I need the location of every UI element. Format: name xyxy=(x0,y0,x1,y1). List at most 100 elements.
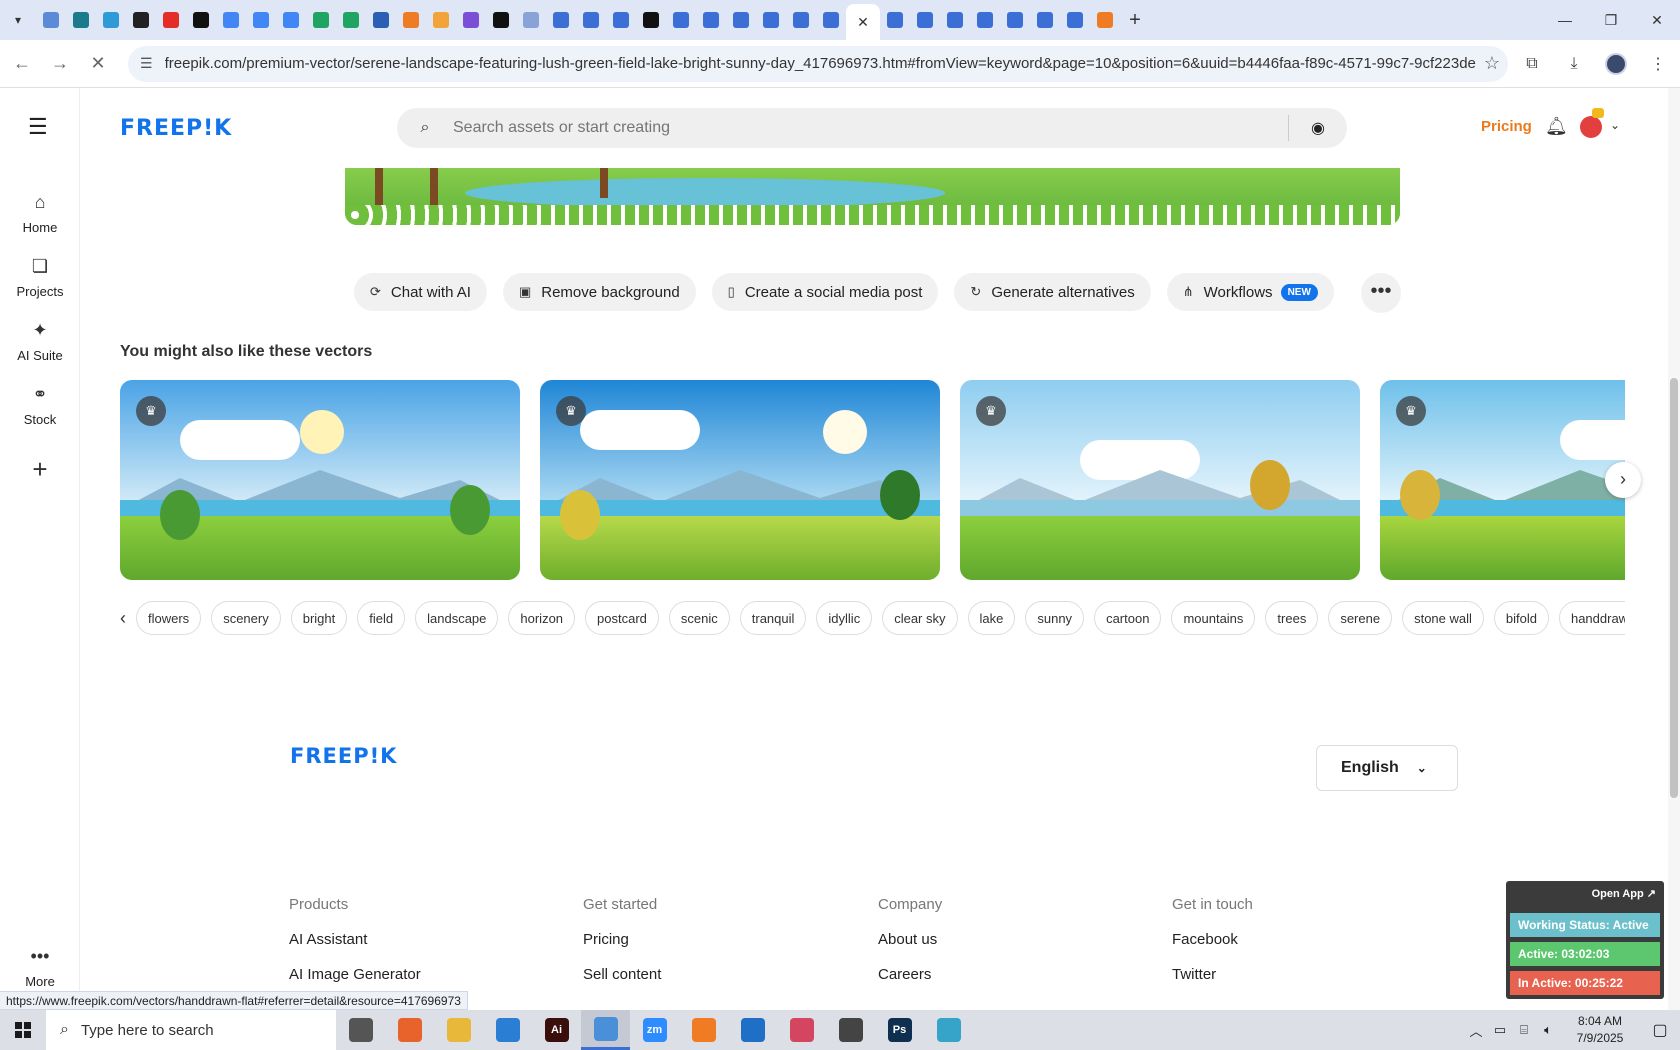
tray-chevron-icon[interactable]: ︿ xyxy=(1464,1021,1488,1040)
action-generate-alternatives-button[interactable]: ↻ Generate alternatives xyxy=(954,273,1151,311)
browser-tab[interactable] xyxy=(606,0,636,40)
related-card[interactable]: ♛ xyxy=(1380,380,1625,580)
browser-tab[interactable] xyxy=(396,0,426,40)
action-create-a-social-media-post-button[interactable]: ▯ Create a social media post xyxy=(711,273,939,311)
tag-chip[interactable]: bright xyxy=(290,601,348,635)
related-card[interactable]: ♛ xyxy=(960,380,1360,580)
carousel-next-button[interactable]: › xyxy=(1605,462,1641,498)
more-actions-button[interactable]: ••• xyxy=(1361,273,1401,313)
action-chat-with-ai-button[interactable]: ⟳ Chat with AI xyxy=(354,273,487,311)
open-app-link[interactable]: Open App ↗ xyxy=(1592,887,1656,900)
related-card[interactable]: ♛ xyxy=(540,380,940,580)
chevron-down-icon[interactable]: ⌄ xyxy=(1610,118,1620,132)
language-selector[interactable]: English ⌄ xyxy=(1316,745,1458,791)
network-icon[interactable]: ⌸ xyxy=(1512,1022,1536,1038)
browser-tab[interactable] xyxy=(516,0,546,40)
taskbar-app[interactable] xyxy=(924,1010,973,1050)
browser-tab[interactable] xyxy=(726,0,756,40)
footer-logo[interactable]: FREEP!K xyxy=(290,744,397,768)
browser-tab[interactable] xyxy=(1090,0,1120,40)
download-icon[interactable]: ⤓ xyxy=(1556,48,1592,80)
browser-tab[interactable] xyxy=(36,0,66,40)
freepik-logo[interactable]: FREEP!K xyxy=(120,116,232,141)
taskbar-app[interactable]: zm xyxy=(630,1010,679,1050)
taskbar-app[interactable] xyxy=(826,1010,875,1050)
browser-tab[interactable] xyxy=(216,0,246,40)
tag-chip[interactable]: stone wall xyxy=(1402,601,1484,635)
add-icon[interactable]: + xyxy=(26,456,54,484)
footer-link[interactable]: Pricing xyxy=(583,931,661,948)
new-tab-button[interactable]: + xyxy=(1120,9,1150,32)
browser-tab[interactable] xyxy=(426,0,456,40)
footer-link[interactable]: Facebook xyxy=(1172,931,1253,948)
browser-tab[interactable] xyxy=(696,0,726,40)
browser-tab[interactable] xyxy=(186,0,216,40)
tag-chip[interactable]: trees xyxy=(1265,601,1319,635)
notifications-bell-icon[interactable]: 🔔︎ xyxy=(1545,116,1568,137)
tag-chip[interactable]: bifold xyxy=(1493,601,1549,635)
taskbar-app[interactable] xyxy=(679,1010,728,1050)
tag-chip[interactable]: serene xyxy=(1328,601,1393,635)
tag-chip[interactable]: cartoon xyxy=(1094,601,1162,635)
site-info-icon[interactable]: ☰ xyxy=(140,55,153,72)
browser-tab[interactable] xyxy=(66,0,96,40)
tab-search-button[interactable]: ▾ xyxy=(0,0,36,40)
tag-chip[interactable]: lake xyxy=(967,601,1016,635)
minimize-button[interactable]: — xyxy=(1542,0,1588,40)
sidebar-item-projects[interactable]: ❏ Projects xyxy=(0,256,80,299)
search-input[interactable] xyxy=(453,119,1288,137)
taskbar-search[interactable]: ⌕ Type here to search xyxy=(46,1010,336,1050)
tag-chip[interactable]: postcard xyxy=(585,601,659,635)
tag-chip[interactable]: horizon xyxy=(508,601,576,635)
taskbar-app[interactable]: Ai xyxy=(532,1010,581,1050)
footer-link[interactable]: Sell content xyxy=(583,966,661,983)
forward-button[interactable]: → xyxy=(44,48,76,80)
user-avatar[interactable] xyxy=(1580,116,1602,138)
address-bar[interactable]: ☰ freepik.com/premium-vector/serene-land… xyxy=(128,45,1508,82)
display-icon[interactable]: ▭ xyxy=(1488,1022,1512,1038)
browser-tab[interactable] xyxy=(96,0,126,40)
tags-prev-button[interactable]: ‹ xyxy=(120,608,126,629)
browser-menu-icon[interactable]: ⋮ xyxy=(1640,48,1676,80)
browser-tab[interactable] xyxy=(246,0,276,40)
clock[interactable]: 8:04 AM 7/9/2025 xyxy=(1560,1013,1640,1047)
close-tab-icon[interactable]: ✕ xyxy=(857,14,869,31)
sidebar-item-home[interactable]: ⌂ Home xyxy=(0,192,80,235)
footer-link[interactable]: Twitter xyxy=(1172,966,1253,983)
notification-center-icon[interactable]: ▢ xyxy=(1640,1020,1680,1040)
browser-tab[interactable] xyxy=(126,0,156,40)
footer-link[interactable]: AI Assistant xyxy=(289,931,421,948)
tag-chip[interactable]: scenic xyxy=(668,601,730,635)
tag-chip[interactable]: scenery xyxy=(211,601,281,635)
tag-chip[interactable]: flowers xyxy=(136,601,202,635)
action-workflows-button[interactable]: ⋔ Workflows NEW xyxy=(1166,273,1334,311)
browser-tab[interactable] xyxy=(940,0,970,40)
browser-tab[interactable] xyxy=(970,0,1000,40)
browser-tab[interactable] xyxy=(1030,0,1060,40)
browser-tab[interactable] xyxy=(366,0,396,40)
related-card[interactable]: ♛ xyxy=(120,380,520,580)
active-tab[interactable]: ✕ xyxy=(846,4,880,40)
taskbar-app[interactable] xyxy=(581,1010,630,1050)
taskbar-app[interactable] xyxy=(483,1010,532,1050)
camera-search-icon[interactable]: ◉ xyxy=(1289,118,1347,138)
bookmark-star-icon[interactable]: ☆ xyxy=(1476,53,1508,74)
tag-chip[interactable]: field xyxy=(357,601,406,635)
sidebar-item-more[interactable]: ••• More xyxy=(0,946,80,989)
search-icon[interactable]: ⌕ xyxy=(397,119,453,137)
menu-icon[interactable]: ☰ xyxy=(28,114,52,140)
page-scrollbar[interactable] xyxy=(1668,88,1680,1010)
browser-tab[interactable] xyxy=(336,0,366,40)
browser-tab[interactable] xyxy=(1060,0,1090,40)
browser-tab[interactable] xyxy=(756,0,786,40)
footer-link[interactable]: About us xyxy=(878,931,942,948)
sidebar-item-stock[interactable]: ⚭ Stock xyxy=(0,384,80,427)
taskbar-app[interactable] xyxy=(434,1010,483,1050)
taskbar-app[interactable] xyxy=(385,1010,434,1050)
browser-tab[interactable] xyxy=(666,0,696,40)
browser-tab[interactable] xyxy=(576,0,606,40)
browser-tab[interactable] xyxy=(816,0,846,40)
sidebar-item-ai-suite[interactable]: ✦ AI Suite xyxy=(0,320,80,363)
browser-tab[interactable] xyxy=(636,0,666,40)
browser-tab[interactable] xyxy=(456,0,486,40)
